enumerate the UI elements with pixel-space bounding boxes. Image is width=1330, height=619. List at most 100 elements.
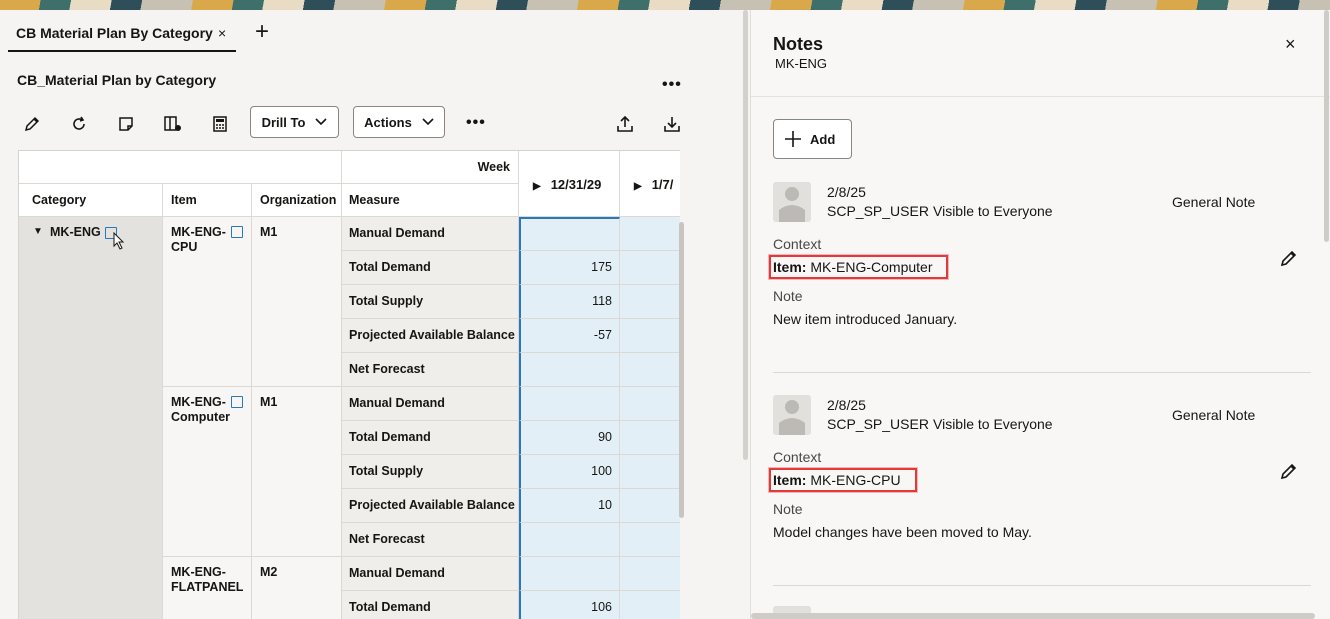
value-cell[interactable] bbox=[620, 455, 680, 489]
value-cell[interactable] bbox=[620, 353, 680, 387]
refresh-icon[interactable] bbox=[65, 110, 93, 138]
measure-cell: Manual Demand bbox=[342, 217, 519, 251]
note-type: General Note bbox=[1172, 194, 1256, 210]
note-icon[interactable] bbox=[112, 110, 140, 138]
actions-button[interactable]: Actions bbox=[353, 106, 445, 138]
organization-cell[interactable]: M1 bbox=[252, 217, 342, 387]
item-label-line: Computer bbox=[171, 410, 231, 424]
edit-icon[interactable] bbox=[18, 110, 46, 138]
context-label: Context bbox=[773, 449, 822, 465]
value-cell[interactable] bbox=[620, 421, 680, 455]
note-context: Item: MK-ENG-CPU bbox=[769, 468, 917, 492]
cursor-icon bbox=[113, 232, 125, 250]
item-cell[interactable]: MK-ENG- FLATPANEL bbox=[163, 557, 252, 619]
value-cell[interactable] bbox=[620, 591, 680, 619]
column-header-item[interactable]: Item bbox=[163, 184, 252, 217]
value-cell[interactable]: 175 bbox=[519, 251, 620, 285]
date-column-header[interactable]: ▶ 12/31/29 bbox=[519, 151, 620, 217]
plus-icon bbox=[785, 131, 801, 147]
chevron-down-icon bbox=[422, 118, 434, 126]
close-icon[interactable]: × bbox=[1285, 34, 1296, 55]
material-plan-grid: Week Category Item Organization Measure … bbox=[18, 150, 680, 619]
edit-note-icon[interactable] bbox=[1279, 461, 1299, 481]
context-value: MK-ENG-Computer bbox=[810, 259, 933, 275]
edit-note-icon[interactable] bbox=[1279, 248, 1299, 268]
notes-panel: Notes MK-ENG × Add 2/8/25 SCP_SP_USER Vi… bbox=[750, 10, 1330, 619]
value-cell[interactable] bbox=[620, 489, 680, 523]
value-cell[interactable] bbox=[620, 557, 680, 591]
note-indicator-icon[interactable] bbox=[231, 396, 243, 408]
pane-scrollbar[interactable] bbox=[743, 10, 748, 460]
organization-cell[interactable]: M2 bbox=[252, 557, 342, 619]
tab-close-icon[interactable]: × bbox=[218, 25, 226, 41]
toolbar-more-icon[interactable]: ••• bbox=[466, 114, 486, 132]
value-cell[interactable] bbox=[620, 319, 680, 353]
drill-to-label: Drill To bbox=[261, 114, 306, 130]
avatar bbox=[773, 182, 811, 222]
value-cell[interactable]: 10 bbox=[519, 489, 620, 523]
context-label: Context bbox=[773, 236, 822, 252]
material-plan-pane: CB Material Plan By Category × + CB_Mate… bbox=[0, 10, 742, 619]
grid-vertical-scrollbar[interactable] bbox=[679, 222, 684, 518]
measure-cell: Total Demand bbox=[342, 591, 519, 619]
value-cell[interactable] bbox=[620, 387, 680, 421]
value-cell[interactable]: 118 bbox=[519, 285, 620, 319]
value-cell[interactable]: 100 bbox=[519, 455, 620, 489]
note-text: New item introduced January. bbox=[773, 311, 958, 327]
notes-title: Notes bbox=[773, 34, 824, 54]
more-options-icon[interactable]: ••• bbox=[662, 76, 682, 94]
value-cell[interactable] bbox=[620, 251, 680, 285]
note-context: Item: MK-ENG-Computer bbox=[769, 255, 949, 279]
context-value: MK-ENG-CPU bbox=[810, 472, 901, 488]
measure-cell: Manual Demand bbox=[342, 557, 519, 591]
value-cell[interactable]: -57 bbox=[519, 319, 620, 353]
collapse-triangle-icon[interactable]: ▼ bbox=[33, 226, 43, 237]
note-user: SCP_SP_USER bbox=[827, 416, 929, 432]
tab-cb-material-plan[interactable]: CB Material Plan By Category × bbox=[8, 16, 236, 52]
notes-vertical-scrollbar[interactable] bbox=[1324, 10, 1329, 242]
calculator-icon[interactable] bbox=[206, 110, 234, 138]
add-note-button[interactable]: Add bbox=[773, 119, 852, 159]
measure-cell: Projected Available Balance bbox=[342, 319, 519, 353]
value-cell[interactable] bbox=[620, 285, 680, 319]
page-title: CB_Material Plan by Category bbox=[17, 72, 217, 88]
actions-label: Actions bbox=[364, 114, 412, 130]
context-key: Item: bbox=[773, 472, 807, 488]
category-cell[interactable]: ▼ MK-ENG bbox=[19, 217, 163, 619]
value-cell[interactable] bbox=[620, 523, 680, 557]
date-column-header[interactable]: ▶ 1/7/ bbox=[620, 151, 680, 217]
organization-cell[interactable]: M1 bbox=[252, 387, 342, 557]
drill-to-button[interactable]: Drill To bbox=[250, 106, 339, 138]
value-cell[interactable] bbox=[519, 557, 620, 591]
column-header-category[interactable]: Category bbox=[19, 184, 163, 217]
chevron-down-icon bbox=[315, 118, 327, 126]
value-cell[interactable] bbox=[519, 353, 620, 387]
measure-cell: Net Forecast bbox=[342, 353, 519, 387]
date-label: 12/31/29 bbox=[550, 177, 602, 192]
column-header-organization[interactable]: Organization bbox=[252, 184, 342, 217]
item-cell[interactable]: MK-ENG- Computer bbox=[163, 387, 252, 557]
value-cell[interactable] bbox=[519, 217, 620, 251]
header-divider bbox=[751, 96, 1330, 97]
value-cell[interactable] bbox=[519, 387, 620, 421]
value-cell[interactable] bbox=[519, 523, 620, 557]
value-cell[interactable]: 106 bbox=[519, 591, 620, 619]
column-header-measure[interactable]: Measure bbox=[342, 184, 519, 217]
notes-subtitle: MK-ENG bbox=[775, 56, 827, 71]
toolbar: Drill To Actions ••• bbox=[0, 106, 742, 142]
notes-horizontal-scrollbar[interactable] bbox=[751, 613, 1315, 619]
download-icon[interactable] bbox=[658, 110, 686, 138]
value-cell[interactable]: 90 bbox=[519, 421, 620, 455]
expand-triangle-icon[interactable]: ▶ bbox=[634, 181, 642, 192]
table-settings-icon[interactable] bbox=[159, 110, 187, 138]
value-cell[interactable] bbox=[620, 217, 680, 251]
export-icon[interactable] bbox=[611, 110, 639, 138]
expand-triangle-icon[interactable]: ▶ bbox=[533, 181, 541, 192]
note-visibility: Visible to Everyone bbox=[933, 203, 1053, 219]
add-tab-icon[interactable]: + bbox=[255, 20, 269, 44]
context-key: Item: bbox=[773, 259, 807, 275]
item-cell[interactable]: MK-ENG- CPU bbox=[163, 217, 252, 387]
note-label: Note bbox=[773, 501, 803, 517]
note-indicator-icon[interactable] bbox=[231, 226, 243, 238]
item-label-line: MK-ENG- bbox=[171, 565, 226, 579]
